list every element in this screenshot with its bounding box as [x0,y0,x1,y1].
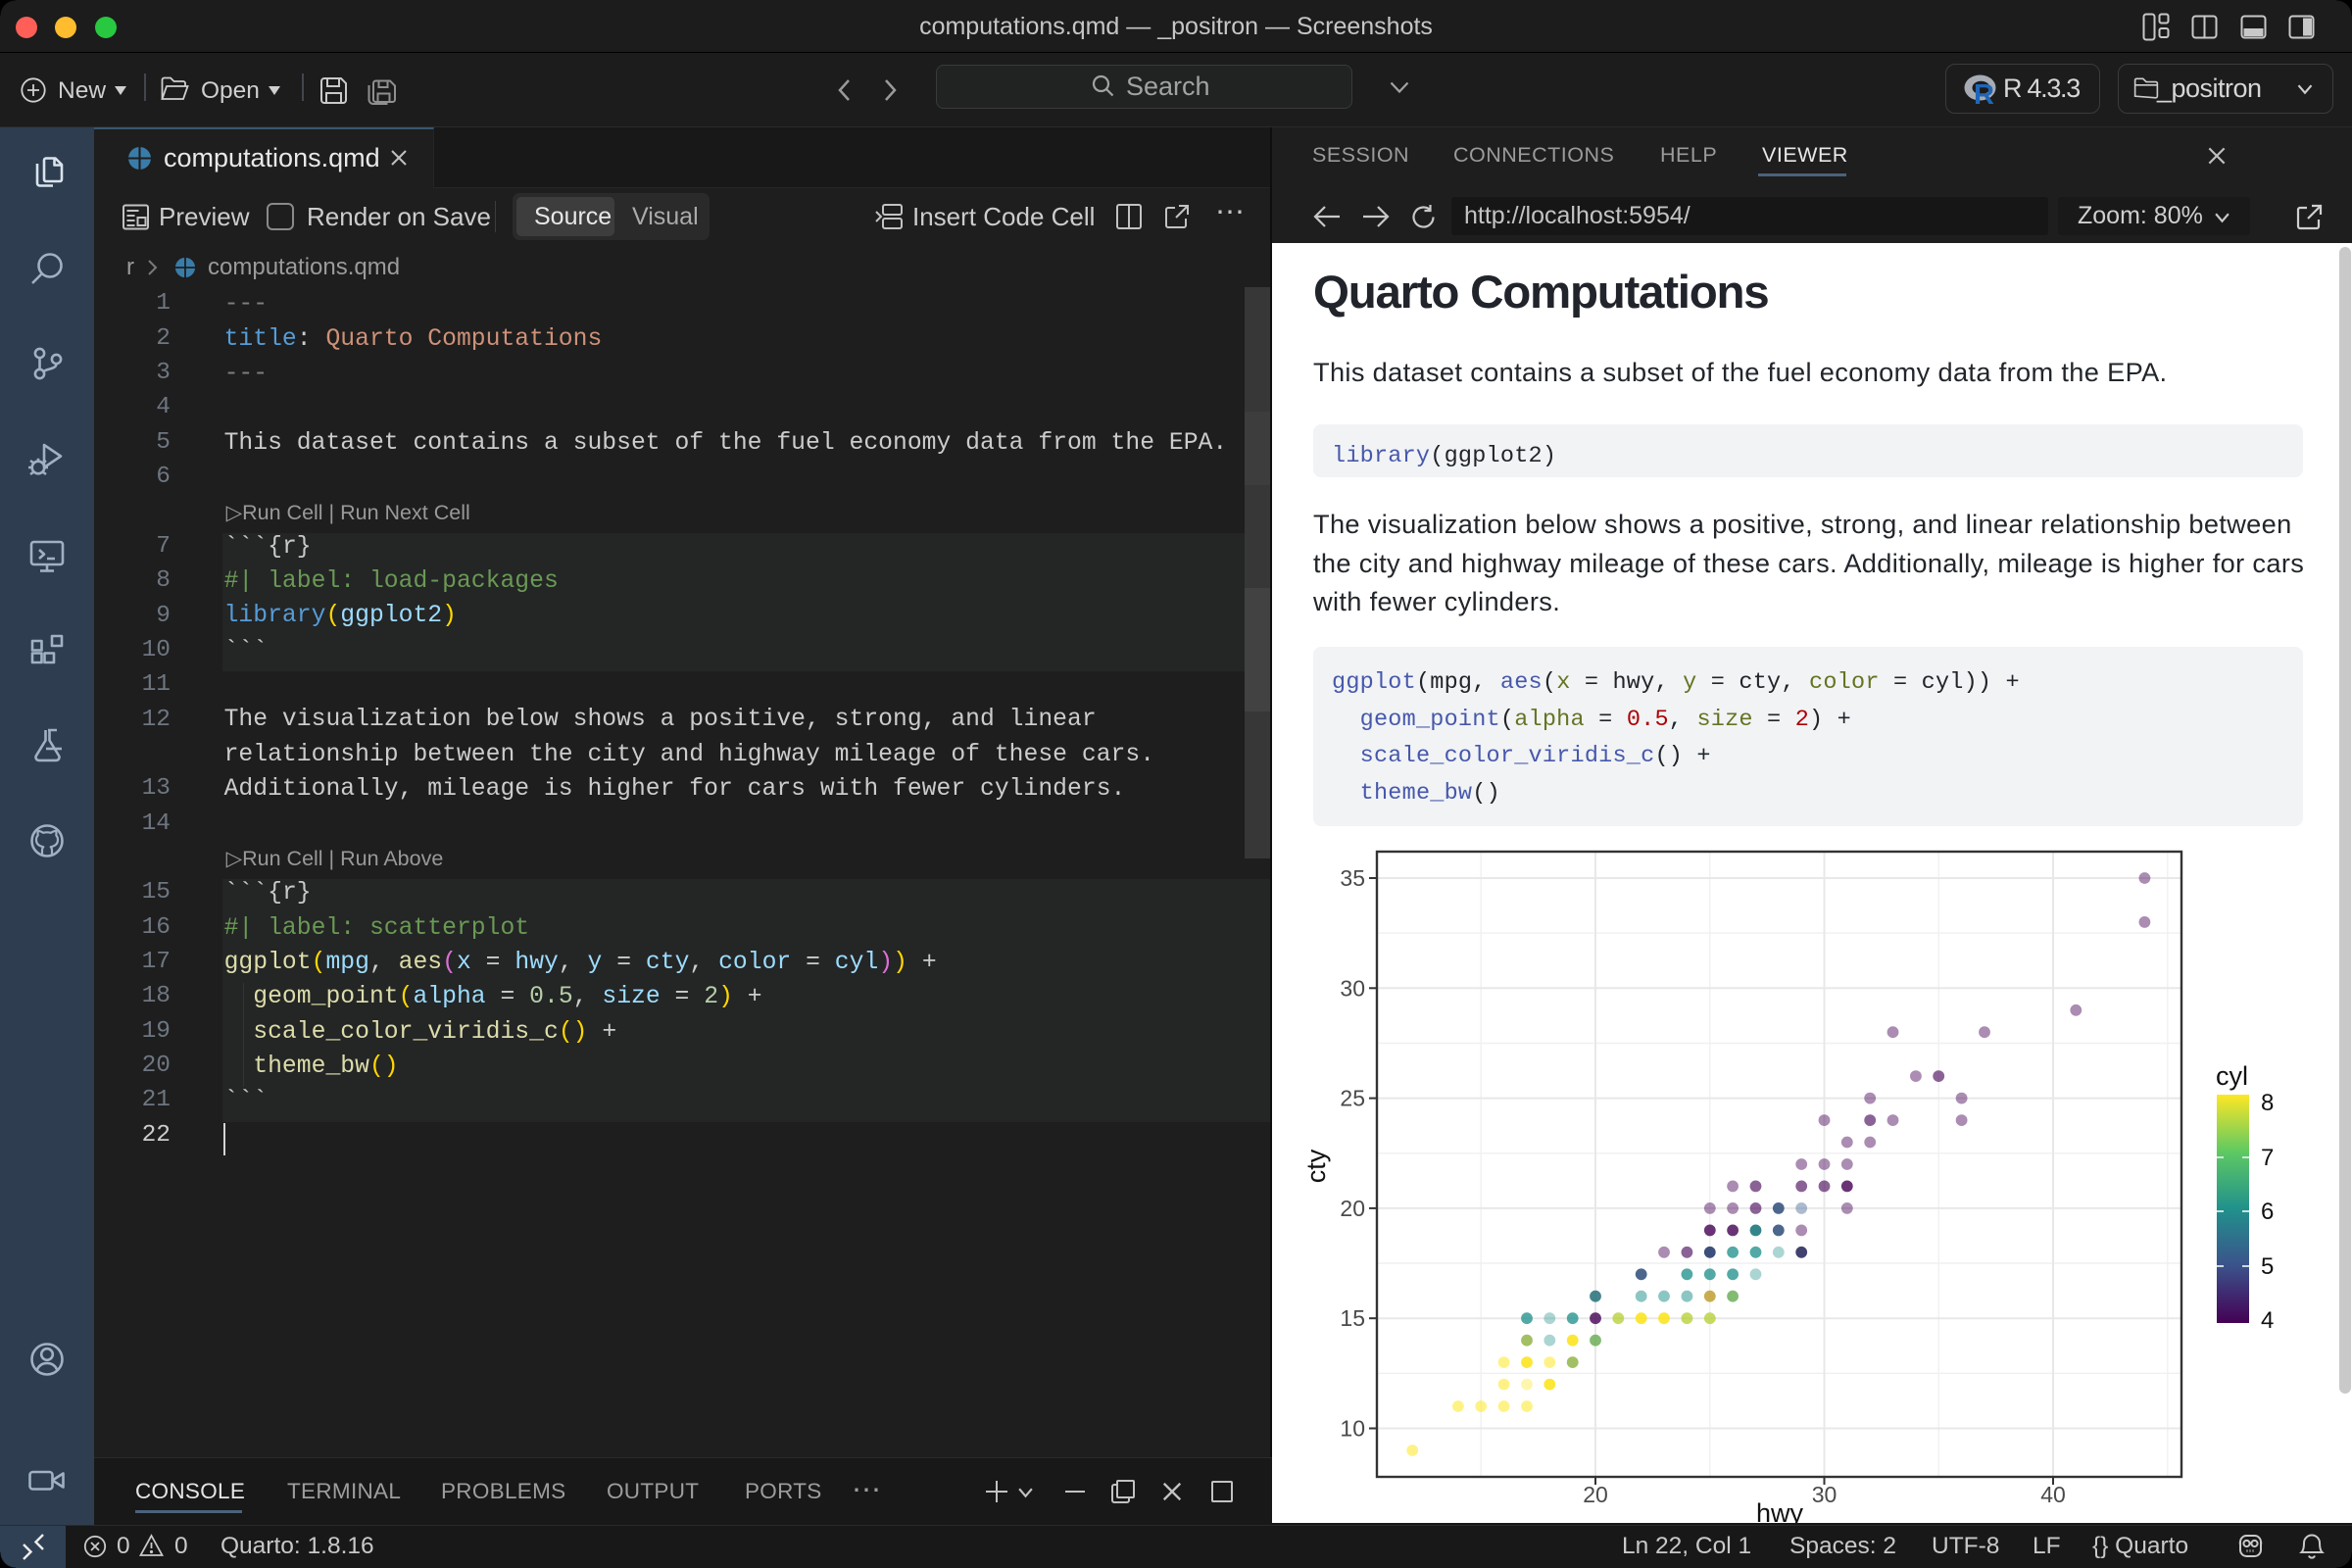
svg-text:4: 4 [2261,1307,2274,1334]
svg-text:30: 30 [1340,975,1365,1001]
svg-text:15: 15 [1340,1305,1365,1331]
svg-text:20: 20 [1340,1196,1365,1221]
svg-text:20: 20 [1583,1482,1608,1507]
svg-text:8: 8 [2261,1090,2274,1116]
svg-text:10: 10 [1340,1416,1365,1442]
svg-text:35: 35 [1340,865,1365,891]
svg-text:hwy: hwy [1756,1498,1804,1523]
svg-text:6: 6 [2261,1199,2274,1225]
svg-text:R: R [1974,79,1994,106]
svg-text:cty: cty [1301,1149,1331,1183]
svg-text:25: 25 [1340,1086,1365,1111]
svg-text:40: 40 [2040,1482,2066,1507]
svg-text:5: 5 [2261,1253,2274,1280]
svg-text:7: 7 [2261,1145,2274,1171]
svg-text:30: 30 [1812,1482,1838,1507]
svg-text:cyl: cyl [2216,1061,2248,1091]
